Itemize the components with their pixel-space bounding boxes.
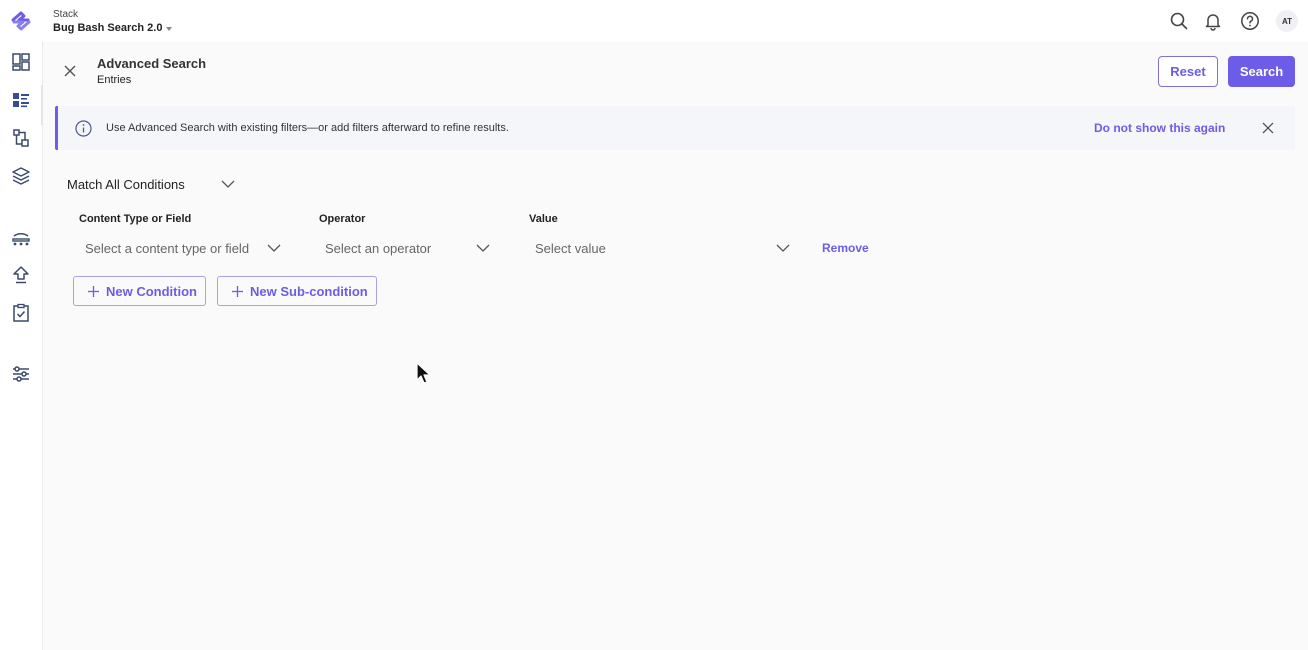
mouse-pointer-icon: [416, 362, 431, 384]
new-subcondition-button[interactable]: New Sub-condition: [217, 276, 377, 306]
close-icon[interactable]: [62, 63, 78, 79]
caret-down-icon: [166, 26, 173, 31]
stack-switcher[interactable]: Bug Bash Search 2.0: [53, 22, 173, 34]
help-icon[interactable]: [1240, 11, 1260, 31]
do-not-show-again-link[interactable]: Do not show this again: [1094, 121, 1225, 135]
banner-message: Use Advanced Search with existing filter…: [106, 122, 509, 134]
value-select-placeholder: Select value: [535, 240, 606, 256]
search-icon[interactable]: [1169, 11, 1189, 31]
stack-name: Bug Bash Search 2.0: [53, 22, 163, 34]
releases-icon[interactable]: [11, 227, 31, 247]
plus-icon: [232, 285, 243, 297]
value-column-label: Value: [529, 213, 558, 225]
app-logo-icon[interactable]: [10, 11, 32, 31]
match-mode-value: Match All Conditions: [67, 176, 185, 192]
chevron-down-icon: [267, 244, 281, 252]
content-models-icon[interactable]: [11, 128, 31, 148]
field-select-placeholder: Select a content type or field: [85, 240, 250, 256]
dashboard-icon[interactable]: [11, 52, 31, 72]
page-title: Advanced Search: [97, 56, 207, 71]
operator-select[interactable]: Select an operator: [314, 233, 504, 263]
operator-column-label: Operator: [319, 213, 366, 225]
operator-select-placeholder: Select an operator: [325, 240, 432, 256]
reset-button[interactable]: Reset: [1158, 56, 1218, 87]
chevron-down-icon: [476, 244, 490, 252]
tasks-icon[interactable]: [11, 303, 31, 323]
sidebar: [0, 42, 43, 650]
new-condition-label: New Condition: [106, 283, 197, 299]
sidebar-active-indicator: [41, 85, 43, 125]
chevron-down-icon: [776, 244, 790, 252]
stack-label: Stack: [53, 9, 79, 20]
value-select[interactable]: Select value: [524, 233, 799, 263]
info-icon: [75, 120, 92, 137]
search-button[interactable]: Search: [1228, 56, 1295, 87]
field-select[interactable]: Select a content type or field: [74, 233, 294, 263]
info-banner: Use Advanced Search with existing filter…: [55, 106, 1295, 150]
new-condition-button[interactable]: New Condition: [73, 276, 206, 306]
user-avatar[interactable]: AT: [1276, 10, 1298, 32]
top-bar: Stack Bug Bash Search 2.0 AT: [0, 0, 1308, 42]
assets-icon[interactable]: [11, 166, 31, 186]
plus-icon: [88, 285, 99, 297]
publish-queue-icon[interactable]: [11, 265, 31, 285]
page-subtitle: Entries: [97, 74, 132, 86]
settings-icon[interactable]: [11, 364, 31, 384]
banner-close-icon[interactable]: [1261, 121, 1275, 135]
advanced-search-panel: Advanced Search Entries Reset Search Use…: [44, 42, 1308, 650]
field-column-label: Content Type or Field: [79, 213, 192, 225]
new-subcondition-label: New Sub-condition: [250, 283, 368, 299]
entries-icon[interactable]: [11, 90, 31, 110]
bell-icon[interactable]: [1203, 11, 1223, 31]
remove-condition-link[interactable]: Remove: [822, 241, 869, 255]
chevron-down-icon: [221, 180, 235, 188]
match-mode-select[interactable]: Match All Conditions: [56, 169, 250, 199]
